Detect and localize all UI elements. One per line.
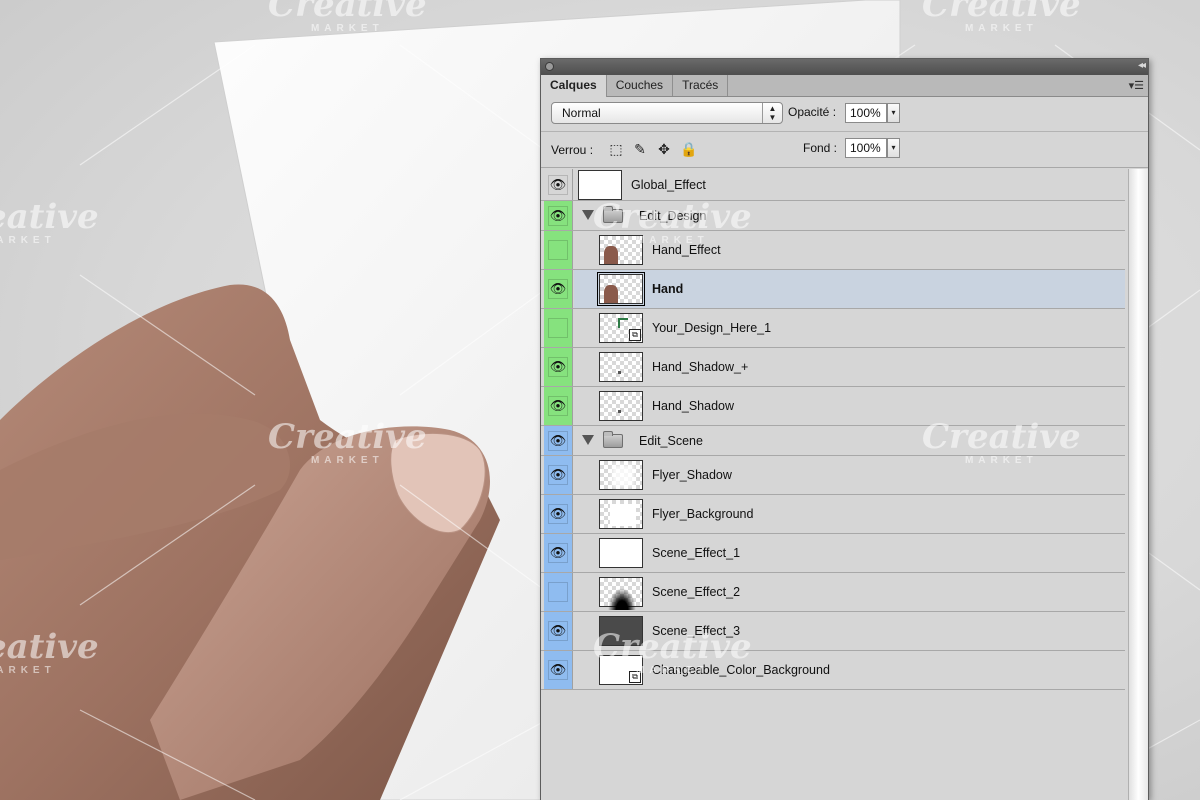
lock-transparency-icon[interactable]: ⬚ [608,141,624,157]
layer-name: Hand [652,282,684,296]
eye-icon[interactable]: 👁 [548,504,568,524]
fill-dropdown-icon[interactable]: ▾ [887,138,900,158]
close-icon[interactable] [545,62,554,71]
collapse-panel-icon[interactable]: ◂◂ [1138,60,1146,71]
expand-triangle-icon[interactable] [582,434,594,445]
blend-options-row: Normal ▲ ▼ Opacité : 100% ▾ [541,97,1148,132]
visibility-column: 👁 [544,426,573,455]
panel-tabbar: Calques Couches Tracés ▾☰ [541,75,1148,97]
visibility-toggle-empty[interactable] [548,582,568,602]
opacity-input[interactable]: 100% [845,103,887,123]
smart-object-icon: ⧉ [629,329,641,341]
visibility-column: 👁 [544,534,573,572]
opacity-label: Opacité : [788,105,837,119]
layer-thumbnail[interactable] [599,460,643,490]
layer-thumbnail[interactable] [599,577,643,610]
layers-scrollbar[interactable] [1128,169,1148,800]
visibility-column: 👁 [544,270,573,308]
panel-menu-icon[interactable]: ▾☰ [1129,79,1144,92]
visibility-column: 👁 [544,612,573,650]
eye-icon[interactable]: 👁 [548,174,568,195]
layer-row[interactable]: 👁 Hand_Shadow_+ [541,348,1125,387]
layer-name: Edit_Scene [639,433,703,448]
layer-row[interactable]: Scene_Effect_2 [541,573,1125,612]
visibility-column: 👁 [544,348,573,386]
layer-name: Hand_Shadow [652,399,735,413]
watermark: CreativeMARKET [922,417,1081,466]
watermark: CreativeMARKET [0,627,99,676]
layer-thumbnail[interactable] [599,352,643,382]
layer-row[interactable]: 👁 Hand [541,270,1125,309]
watermark: CreativeMARKET [0,197,99,246]
layer-thumbnail[interactable] [578,169,622,200]
visibility-column: 👁 [544,169,573,200]
visibility-column: 👁 [544,456,573,494]
layer-thumbnail[interactable] [597,272,645,306]
lock-all-icon[interactable]: 🔒 [680,141,697,157]
blend-mode-value: Normal [562,106,601,120]
visibility-toggle-empty[interactable] [548,318,568,338]
layer-row[interactable]: ⧉ Your_Design_Here_1 [541,309,1125,348]
eye-icon[interactable]: 👁 [548,279,568,299]
lock-position-icon[interactable]: ✥ [656,141,672,157]
fill-input[interactable]: 100% [845,138,887,158]
tab-couches[interactable]: Couches [607,75,674,96]
watermark: CreativeMARKET [922,0,1081,34]
layer-name: Hand_Shadow_+ [652,360,749,374]
layer-thumbnail[interactable]: ⧉ [599,313,643,343]
visibility-column [544,231,573,269]
eye-icon[interactable]: 👁 [548,205,568,226]
eye-icon[interactable]: 👁 [548,660,568,680]
lock-label: Verrou : [551,143,594,157]
tab-traces[interactable]: Tracés [673,75,729,96]
fill-label: Fond : [803,141,838,155]
layer-thumbnail[interactable] [599,391,643,421]
layer-name: Flyer_Shadow [652,468,732,482]
visibility-column: 👁 [544,495,573,533]
eye-icon[interactable]: 👁 [548,621,568,641]
visibility-toggle-empty[interactable] [548,240,568,260]
watermark: CreativeMARKET [268,417,427,466]
layer-name: Scene_Effect_2 [652,585,741,599]
visibility-column [544,573,573,611]
visibility-column: 👁 [544,651,573,689]
blend-mode-select[interactable]: Normal ▲ ▼ [551,102,783,124]
watermark: CreativeMARKET [593,197,752,246]
eye-icon[interactable]: 👁 [548,396,568,416]
select-arrows-icon: ▲ ▼ [762,103,782,123]
layer-name: Flyer_Background [652,507,754,521]
lock-options-row: Verrou : ⬚ ✎ ✥ 🔒 Fond : 100% ▾ [541,132,1148,168]
folder-icon [603,430,623,448]
eye-icon[interactable]: 👁 [548,543,568,563]
tab-calques[interactable]: Calques [541,75,607,97]
layer-name: Global_Effect [631,177,706,192]
visibility-column [544,309,573,347]
layer-row[interactable]: 👁 Scene_Effect_1 [541,534,1125,573]
layers-list: 👁 Global_Effect 👁 Edit_Design Hand_Effect 👁 Ha… [541,169,1129,800]
panel-titlebar[interactable]: ◂◂ [541,59,1148,75]
opacity-dropdown-icon[interactable]: ▾ [887,103,900,123]
watermark: CreativeMARKET [268,0,427,34]
layer-thumbnail[interactable] [599,499,643,529]
eye-icon[interactable]: 👁 [548,357,568,377]
layer-name: Your_Design_Here_1 [652,321,772,335]
layer-thumbnail[interactable] [599,538,643,568]
layer-row[interactable]: 👁 Flyer_Background [541,495,1125,534]
layer-name: Scene_Effect_1 [652,546,741,560]
visibility-column: 👁 [544,201,573,230]
visibility-column: 👁 [544,387,573,425]
eye-icon[interactable]: 👁 [548,430,568,451]
lock-paint-icon[interactable]: ✎ [632,141,648,157]
watermark: CreativeMARKET [593,627,752,676]
eye-icon[interactable]: 👁 [548,465,568,485]
